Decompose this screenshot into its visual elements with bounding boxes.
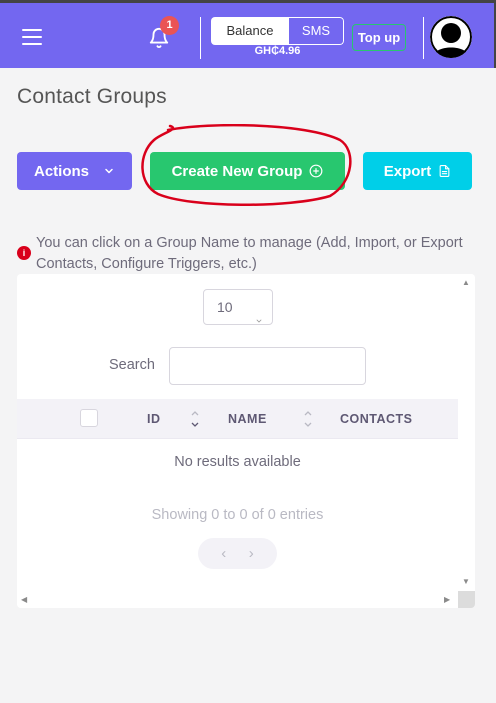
export-button[interactable]: Export — [363, 152, 472, 190]
chevron-down-icon — [254, 303, 264, 337]
horizontal-scrollbar[interactable]: ◀ ▶ — [17, 591, 458, 608]
header-divider — [423, 17, 424, 59]
chevron-down-icon — [103, 165, 115, 177]
scroll-left-icon[interactable]: ◀ — [21, 595, 27, 604]
avatar[interactable] — [430, 16, 472, 58]
groups-table-card: 10 Search ID NAME CONTACTS No results av… — [17, 274, 475, 608]
info-message: You can click on a Group Name to manage … — [36, 235, 463, 272]
page-title: Contact Groups — [17, 85, 167, 108]
scroll-down-icon[interactable]: ▼ — [462, 577, 470, 586]
page-length-value: 10 — [217, 299, 233, 315]
sort-icon[interactable] — [303, 408, 313, 430]
vertical-scrollbar[interactable]: ▲ ▼ — [458, 274, 475, 591]
header-divider — [200, 17, 201, 59]
create-group-label: Create New Group — [171, 162, 303, 180]
page-length-select[interactable]: 10 — [203, 289, 273, 325]
empty-table-message: No results available — [174, 454, 301, 470]
select-all-checkbox[interactable] — [80, 409, 98, 427]
user-icon — [430, 16, 472, 58]
column-header-id[interactable]: ID — [147, 412, 161, 426]
scroll-corner — [458, 591, 475, 608]
scroll-up-icon[interactable]: ▲ — [462, 278, 470, 287]
search-input[interactable] — [169, 347, 366, 385]
top-navbar: 1 Balance SMS GH₵4.96 Top up — [0, 0, 496, 68]
info-icon: i — [17, 246, 31, 260]
sms-tab[interactable]: SMS — [289, 17, 344, 45]
file-text-icon — [438, 164, 451, 178]
prev-page-button[interactable]: ‹ — [221, 545, 226, 562]
plus-circle-icon — [309, 164, 323, 178]
search-label: Search — [109, 357, 155, 373]
scroll-right-icon[interactable]: ▶ — [444, 595, 450, 604]
actions-dropdown-button[interactable]: Actions — [17, 152, 132, 190]
export-label: Export — [383, 162, 432, 180]
column-header-name[interactable]: NAME — [228, 412, 267, 426]
balance-amount: GH₵4.96 — [254, 45, 301, 57]
notification-badge: 1 — [160, 16, 179, 35]
table-info: Showing 0 to 0 of 0 entries — [151, 507, 324, 523]
column-header-contacts[interactable]: CONTACTS — [340, 412, 413, 426]
actions-label: Actions — [33, 162, 89, 180]
sort-icon[interactable] — [190, 408, 200, 430]
next-page-button[interactable]: › — [249, 545, 254, 562]
menu-icon[interactable] — [22, 29, 42, 45]
balance-tab[interactable]: Balance — [211, 17, 289, 45]
pagination: ‹ › — [198, 538, 277, 569]
topup-button[interactable]: Top up — [352, 24, 406, 51]
create-new-group-button[interactable]: Create New Group — [150, 152, 345, 190]
table-header: ID NAME CONTACTS — [17, 399, 458, 439]
balance-toggle: Balance SMS — [211, 17, 344, 45]
